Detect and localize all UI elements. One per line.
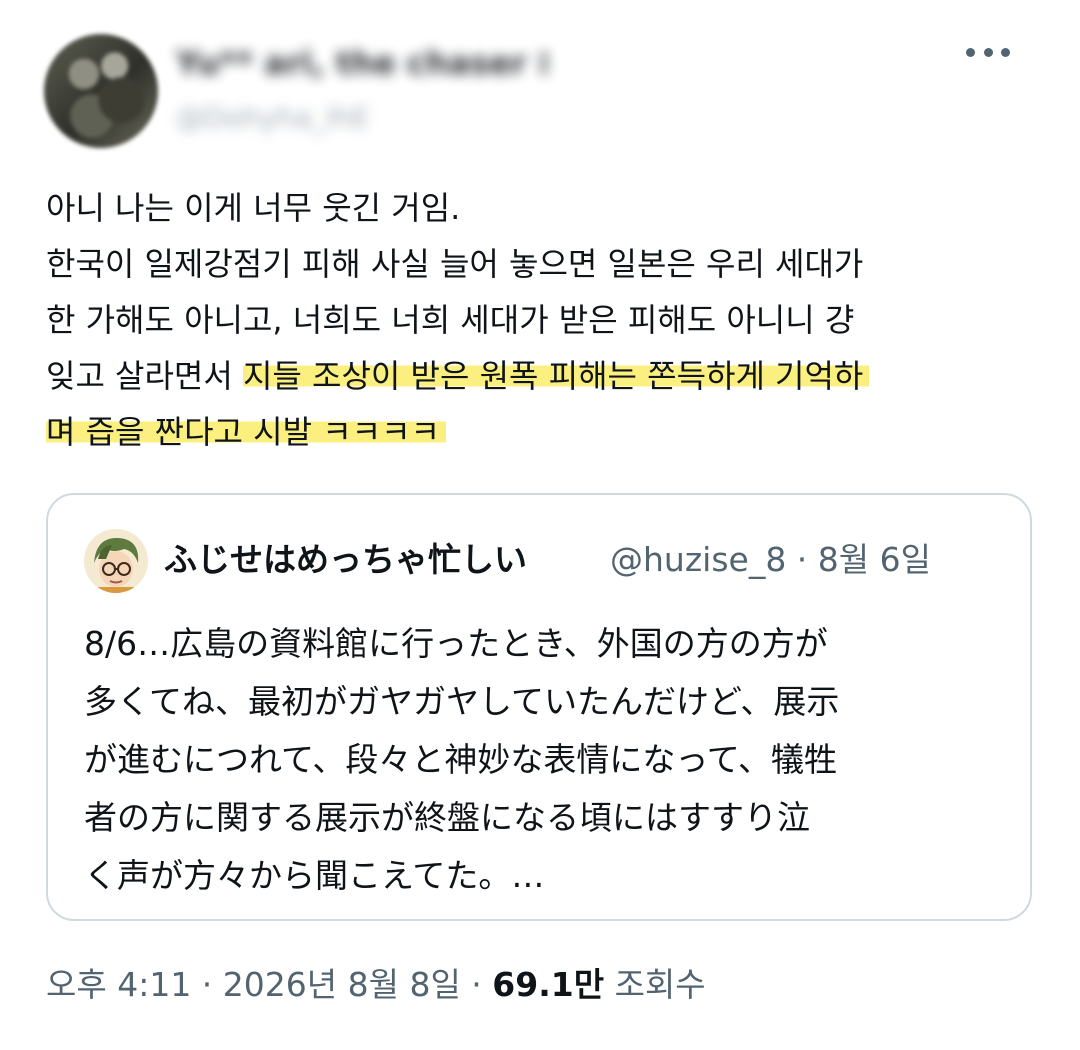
quoted-tweet-line: 8/6…広島の資料館に行ったとき、外国の方の方が (84, 624, 828, 663)
tweet-line: 한 가해도 아니고, 너희도 너희 세대가 받은 피해도 아니니 걍 (46, 301, 855, 339)
tweet-timestamp[interactable]: 오후 4:11 · 2026년 8월 8일 · (46, 965, 492, 1004)
tweet-text: 아니 나는 이게 너무 웃긴 거임. 한국이 일제강점기 피해 사실 늘어 놓으… (46, 180, 1046, 460)
quoted-tweet-card[interactable]: ふじせはめっちゃ忙しい @huzise_8 · 8월 6일 8/6…広島の資料館… (46, 493, 1032, 921)
more-dot (1001, 47, 1010, 57)
quoted-author-handle-date[interactable]: @huzise_8 · 8월 6일 (610, 537, 931, 583)
more-dot (983, 47, 993, 57)
tweet-line: 아니 나는 이게 너무 웃긴 거임. (46, 189, 461, 227)
author-avatar[interactable] (44, 34, 158, 148)
author-display-name[interactable]: Yu** ari, the chaser ⁝ (176, 40, 616, 86)
quoted-tweet-line: く声が方々から聞こえてた。… (84, 856, 545, 895)
tweet-line-plain: 잊고 살라면서 (46, 357, 243, 395)
highlighted-text: 며 즙을 짠다고 시발 ㅋㅋㅋㅋ (46, 413, 446, 451)
anime-character-icon (84, 529, 148, 593)
views-count[interactable]: 69.1만 (492, 965, 604, 1004)
tweet-line: 한국이 일제강점기 피해 사실 늘어 놓으면 일본은 우리 세대가 (46, 245, 864, 283)
quoted-tweet-text: 8/6…広島の資料館に行ったとき、外国の方の方が 多くてね、最初がガヤガヤしてい… (84, 615, 1014, 905)
tweet-line: 며 즙을 짠다고 시발 ㅋㅋㅋㅋ (46, 404, 1046, 460)
tweet-line: 잊고 살라면서 지들 조상이 받은 원폭 피해는 쫀득하게 기억하 (46, 348, 1046, 404)
views-label: 조회수 (604, 965, 706, 1004)
tweet-meta: 오후 4:11 · 2026년 8월 8일 · 69.1만 조회수 (46, 960, 706, 1010)
quoted-tweet-line: が進むにつれて、段々と神妙な表情になって、犠牲 (84, 740, 838, 779)
more-options-icon[interactable] (966, 36, 1010, 68)
quoted-author-avatar[interactable] (84, 529, 148, 593)
quoted-author-name[interactable]: ふじせはめっちゃ忙しい (164, 537, 527, 583)
highlighted-text: 지들 조상이 받은 원폭 피해는 쫀득하게 기억하 (242, 357, 870, 395)
author-handle[interactable]: @Dohyha_IhE (176, 98, 476, 138)
quoted-tweet-line: 多くてね、最初がガヤガヤしていたんだけど、展示 (84, 682, 840, 721)
more-dot (966, 47, 975, 57)
quoted-tweet-line: 者の方に関する展示が終盤になる頃にはすすり泣 (84, 798, 810, 837)
